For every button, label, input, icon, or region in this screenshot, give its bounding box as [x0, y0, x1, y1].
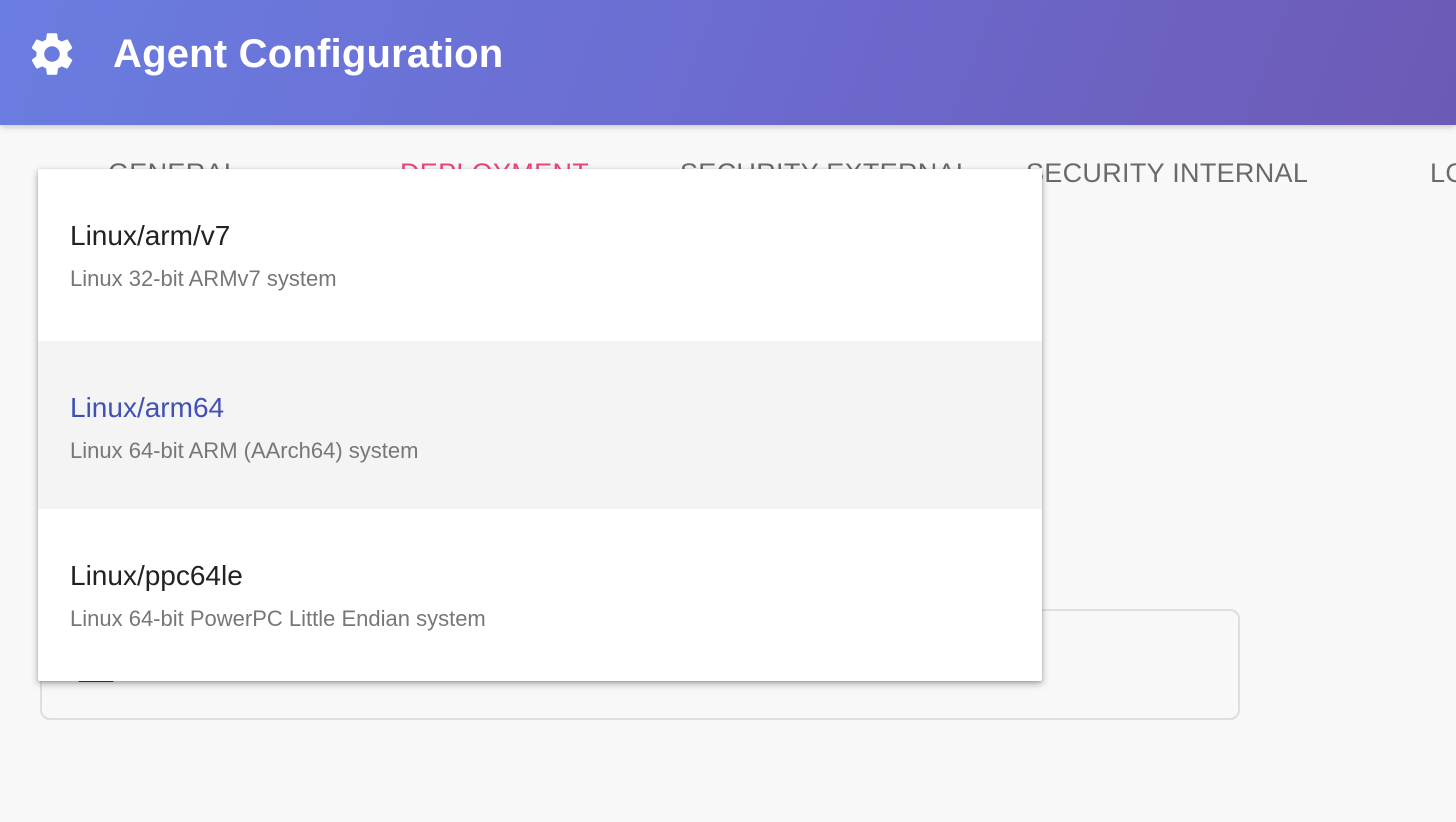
menu-item-title: Linux/ppc64le	[70, 560, 243, 591]
menu-item-title: Linux/arm64	[70, 392, 225, 423]
tab-security-internal[interactable]: SECURITY INTERNAL	[1026, 156, 1308, 190]
menu-item-description: Linux 32-bit ARMv7 system	[70, 266, 337, 291]
gear-icon	[31, 33, 73, 75]
platform-dropdown-menu: Linux/arm/v7 Linux 32-bit ARMv7 system L…	[38, 169, 1042, 681]
menu-item-linux-arm64[interactable]: Linux/arm64 Linux 64-bit ARM (AArch64) s…	[38, 341, 1042, 509]
menu-item-linux-ppc64le[interactable]: Linux/ppc64le Linux 64-bit PowerPC Littl…	[38, 509, 1042, 677]
app-header: Agent Configuration	[0, 0, 1456, 125]
tab-logging[interactable]: LO	[1430, 156, 1456, 190]
menu-item-description: Linux 64-bit PowerPC Little Endian syste…	[70, 606, 486, 631]
menu-item-linux-arm-v7[interactable]: Linux/arm/v7 Linux 32-bit ARMv7 system	[38, 169, 1042, 337]
menu-item-title: Linux/arm/v7	[70, 220, 231, 251]
app-title: Agent Configuration	[113, 32, 504, 76]
menu-item-description: Linux 64-bit ARM (AArch64) system	[70, 438, 419, 463]
